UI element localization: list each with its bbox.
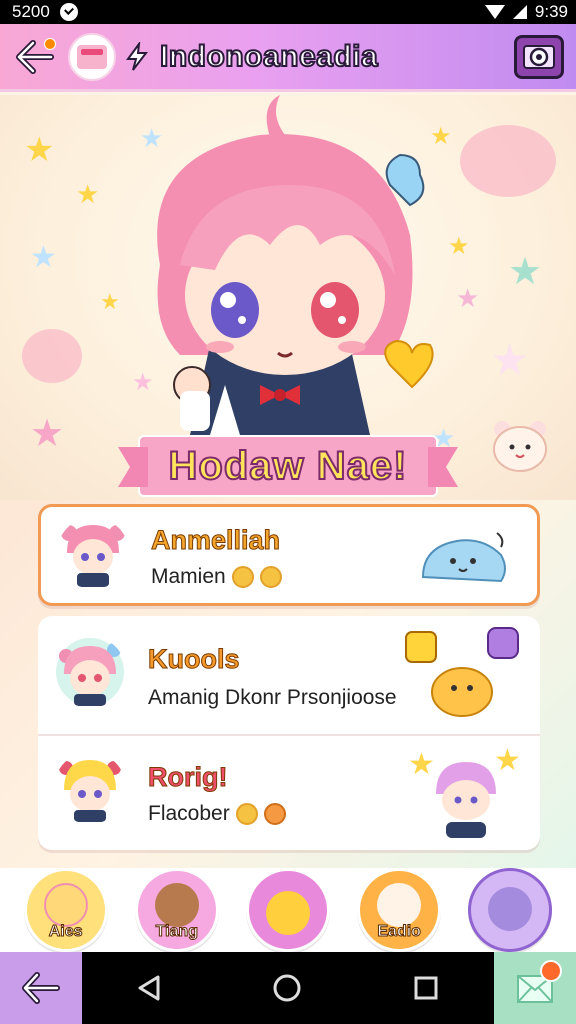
svg-text:★: ★ [408, 748, 435, 781]
camera-button[interactable] [514, 34, 564, 79]
circle-home-icon[interactable] [271, 972, 303, 1004]
ghost-face-icon [377, 883, 422, 927]
list-item-name: Anmelliah [150, 525, 281, 556]
page-title: Indonoaneadia [159, 39, 379, 74]
shortcut-aies[interactable]: Aies [23, 868, 108, 952]
list-item-subtitle: Mamien [151, 565, 282, 589]
list-item-name: Kuools [148, 644, 240, 675]
heart-icon [263, 803, 286, 826]
list-item-subtitle-text: Flacober [148, 802, 230, 825]
triangle-back-icon[interactable] [136, 974, 162, 1002]
list-group: Kuools Amanig Dkonr Prsonjioose Rorig! F… [38, 616, 540, 850]
star-decoration: ★ [508, 251, 543, 293]
mail-button[interactable] [494, 952, 576, 1024]
shortcut-tiang[interactable]: Tiang [134, 868, 219, 952]
list-item-name: Rorig! [147, 762, 228, 793]
hero-section: ★ ★ ★ ★ ★ ★ ★ ★ ★ ★ ★ ★ ★ Hodaw Nae! [0, 95, 576, 500]
star-decoration: ★ [490, 336, 530, 385]
list-item-subtitle: Flacober [148, 802, 286, 826]
hero-character-image [157, 95, 434, 435]
character-face-icon [43, 883, 88, 927]
heart-icon [231, 566, 254, 589]
shortcut-purple[interactable] [468, 868, 553, 952]
status-time-left: 5200 [12, 2, 50, 21]
list-item-subtitle-text: Mamien [151, 565, 226, 588]
heart-decoration [22, 329, 82, 383]
sticker-group-icon [405, 627, 519, 717]
list-item[interactable]: Anmelliah Mamien [38, 504, 540, 606]
app-header: Indonoaneadia [0, 24, 576, 92]
bear-face-icon [154, 883, 199, 927]
character-face-icon [488, 887, 533, 931]
svg-text:★: ★ [494, 744, 521, 777]
slime-icon [421, 532, 506, 583]
list-item[interactable]: Kuools Amanig Dkonr Prsonjioose [38, 616, 540, 732]
list-item[interactable]: Rorig! Flacober ★ ★ [38, 736, 540, 850]
star-decoration: ★ [76, 179, 100, 209]
hero-banner-text: Hodaw Nae! [168, 443, 408, 489]
cloud-decoration [460, 125, 556, 197]
lightning-icon [124, 41, 150, 72]
shortcut-label: Aies [48, 923, 83, 941]
app-logo[interactable] [68, 32, 116, 81]
shortcut-label: Eadio [377, 923, 422, 941]
star-decoration: ★ [456, 283, 480, 313]
back-button[interactable] [12, 34, 58, 80]
notification-badge [540, 960, 562, 982]
character-shortcut-bar: Aies Tiang Eadio [0, 868, 576, 952]
notification-badge [44, 37, 56, 50]
hero-banner: Hodaw Nae! [138, 435, 438, 497]
heart-icon [259, 566, 282, 589]
avatar [56, 638, 124, 706]
star-decoration: ★ [30, 241, 57, 274]
status-time-right: 9:39 [534, 2, 568, 21]
signal-icon [512, 5, 527, 19]
star-decoration: ★ [448, 233, 470, 260]
square-recent-icon[interactable] [412, 974, 440, 1002]
check-icon [59, 3, 78, 21]
camera-icon [523, 44, 555, 69]
shop-icon [77, 44, 107, 69]
app-back-button[interactable] [0, 952, 82, 1024]
character-sticker-icon: ★ ★ [408, 744, 521, 838]
bear-sticker-icon [493, 421, 547, 472]
shortcut-cat[interactable] [245, 868, 330, 952]
system-nav-bar [0, 952, 576, 1024]
trophy-icon [235, 803, 258, 826]
shortcut-eadio[interactable]: Eadio [357, 868, 442, 952]
list-item-subtitle: Amanig Dkonr Prsonjioose [148, 686, 397, 709]
status-bar: 5200 9:39 [0, 0, 576, 24]
back-arrow-icon [22, 972, 60, 1004]
wifi-icon [484, 5, 505, 19]
star-decoration: ★ [30, 413, 65, 455]
star-decoration: ★ [100, 289, 120, 314]
shortcut-label: Tiang [155, 923, 198, 941]
cat-face-icon [265, 891, 310, 935]
star-decoration: ★ [24, 131, 55, 169]
avatar [59, 519, 127, 587]
avatar [56, 754, 124, 822]
